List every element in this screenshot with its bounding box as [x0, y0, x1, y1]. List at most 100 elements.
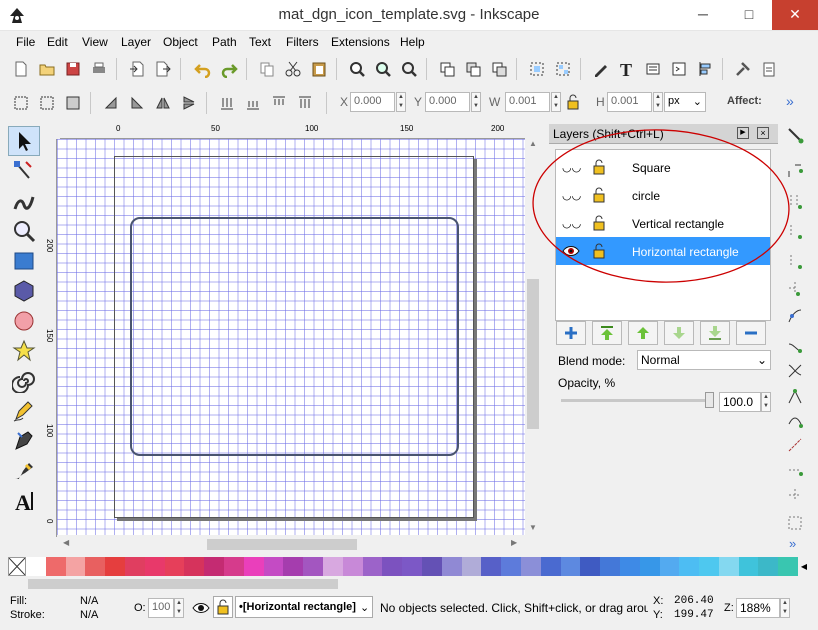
- snap-intersections-icon[interactable]: [786, 362, 804, 380]
- color-swatch[interactable]: [738, 557, 759, 576]
- menu-file[interactable]: File: [16, 35, 35, 49]
- color-swatch[interactable]: [303, 557, 323, 576]
- minimize-button[interactable]: ─: [680, 0, 726, 30]
- star-tool-icon[interactable]: [8, 336, 40, 366]
- w-spinner[interactable]: ▲ ▼: [551, 92, 561, 112]
- menu-view[interactable]: View: [82, 35, 108, 49]
- spiral-tool-icon[interactable]: [8, 366, 40, 396]
- snap-rotation-center-icon[interactable]: [786, 486, 804, 504]
- rotate-ccw-icon[interactable]: [100, 92, 122, 114]
- opacity-slider-track[interactable]: [561, 399, 711, 402]
- color-swatch[interactable]: [421, 557, 442, 576]
- color-swatch[interactable]: [481, 557, 502, 576]
- snap-nodes-icon[interactable]: [786, 307, 804, 325]
- color-swatch[interactable]: [45, 557, 66, 576]
- x-spinner[interactable]: ▲ ▼: [396, 92, 406, 112]
- duplicate-icon[interactable]: [436, 58, 458, 80]
- scroll-left-arrow-icon[interactable]: ◀: [63, 538, 69, 547]
- flip-horizontal-icon[interactable]: [152, 92, 174, 114]
- menu-text[interactable]: Text: [249, 35, 271, 49]
- w-input[interactable]: 0.001: [505, 92, 550, 112]
- color-swatch[interactable]: [520, 557, 541, 576]
- zoom-spinner[interactable]: ▲ ▼: [780, 598, 790, 618]
- opacity-slider-thumb[interactable]: [705, 392, 714, 408]
- zoom-drawing-icon[interactable]: [372, 58, 394, 80]
- menu-path[interactable]: Path: [212, 35, 237, 49]
- horizontal-scrollbar[interactable]: ◀ ▶: [57, 536, 525, 553]
- lock-icon[interactable]: [564, 91, 582, 113]
- y-spinner[interactable]: ▲ ▼: [471, 92, 481, 112]
- color-swatch[interactable]: [283, 557, 304, 576]
- ungroup-icon[interactable]: [552, 58, 574, 80]
- lower-layer-icon[interactable]: [664, 321, 694, 345]
- color-swatch[interactable]: [382, 557, 403, 576]
- color-swatch[interactable]: [223, 557, 244, 576]
- menu-help[interactable]: Help: [400, 35, 425, 49]
- color-swatch[interactable]: [461, 557, 482, 576]
- opacity-status-spinner[interactable]: ▲ ▼: [174, 598, 184, 618]
- color-swatch[interactable]: [659, 557, 680, 576]
- rotate-cw-icon[interactable]: [126, 92, 148, 114]
- color-swatch[interactable]: [619, 557, 640, 576]
- h-spinner[interactable]: ▲ ▼: [653, 92, 663, 112]
- zoom-page-icon[interactable]: [398, 58, 420, 80]
- paste-icon[interactable]: [308, 58, 330, 80]
- snap-paths-icon[interactable]: [786, 336, 804, 354]
- color-swatch[interactable]: [164, 557, 185, 576]
- layers-icon[interactable]: [668, 58, 690, 80]
- scroll-down-arrow-icon[interactable]: ▼: [529, 523, 537, 532]
- snap-cusp-nodes-icon[interactable]: [786, 388, 804, 406]
- h-input[interactable]: 0.001: [607, 92, 652, 112]
- color-swatch[interactable]: [26, 557, 46, 576]
- node-tool-icon[interactable]: [8, 156, 40, 186]
- color-swatch[interactable]: [639, 557, 660, 576]
- y-input[interactable]: 0.000: [425, 92, 470, 112]
- opacity-input[interactable]: 100.0: [719, 392, 761, 412]
- snap-bbox-edge-icon[interactable]: [786, 192, 804, 210]
- scroll-right-arrow-icon[interactable]: ▶: [511, 538, 517, 547]
- palette-scroll-thumb[interactable]: [28, 579, 338, 589]
- color-swatch[interactable]: [263, 557, 284, 576]
- color-swatch[interactable]: [322, 557, 343, 576]
- menu-extensions[interactable]: Extensions: [331, 35, 390, 49]
- raise-top-icon[interactable]: [294, 92, 316, 114]
- palette-scrollbar[interactable]: [8, 576, 798, 592]
- select-all-icon[interactable]: [10, 92, 32, 114]
- snap-object-midpoints-icon[interactable]: [786, 461, 804, 479]
- opacity-status-input[interactable]: 100: [148, 598, 174, 618]
- vertical-scroll-thumb[interactable]: [527, 279, 539, 429]
- color-swatch[interactable]: [144, 557, 165, 576]
- text-tool-icon[interactable]: A: [8, 486, 40, 516]
- current-layer-select[interactable]: •[Horizontal rectangle] ⌄: [235, 596, 373, 618]
- color-swatch[interactable]: [679, 557, 700, 576]
- raise-icon[interactable]: [268, 92, 290, 114]
- color-swatch[interactable]: [184, 557, 205, 576]
- color-swatch[interactable]: [540, 557, 561, 576]
- fill-value[interactable]: N/A: [80, 595, 98, 607]
- remove-layer-icon[interactable]: [736, 321, 766, 345]
- flip-vertical-icon[interactable]: [178, 92, 200, 114]
- color-swatch[interactable]: [718, 557, 739, 576]
- zoom-input[interactable]: 188%: [736, 598, 780, 618]
- snap-line-midpoints-icon[interactable]: [786, 436, 804, 454]
- menu-object[interactable]: Object: [163, 35, 198, 49]
- horizontal-scroll-thumb[interactable]: [207, 539, 357, 550]
- unit-select[interactable]: px ⌄: [664, 92, 706, 112]
- raise-layer-top-icon[interactable]: [592, 321, 622, 345]
- selector-tool-icon[interactable]: [8, 126, 40, 156]
- snap-overflow-button[interactable]: »: [789, 536, 796, 551]
- color-swatch[interactable]: [441, 557, 462, 576]
- unlink-clone-icon[interactable]: [488, 58, 510, 80]
- color-swatch[interactable]: [342, 557, 363, 576]
- palette-menu-icon[interactable]: ◀: [798, 557, 810, 576]
- select-all-layers-icon[interactable]: [36, 92, 58, 114]
- color-swatch[interactable]: [758, 557, 779, 576]
- print-icon[interactable]: [88, 58, 110, 80]
- import-icon[interactable]: [126, 58, 148, 80]
- document-properties-icon[interactable]: [758, 58, 780, 80]
- color-palette[interactable]: [26, 557, 799, 576]
- color-swatch[interactable]: [699, 557, 719, 576]
- opacity-spinner[interactable]: ▲ ▼: [761, 392, 771, 412]
- color-swatch[interactable]: [85, 557, 106, 576]
- preferences-icon[interactable]: [732, 58, 754, 80]
